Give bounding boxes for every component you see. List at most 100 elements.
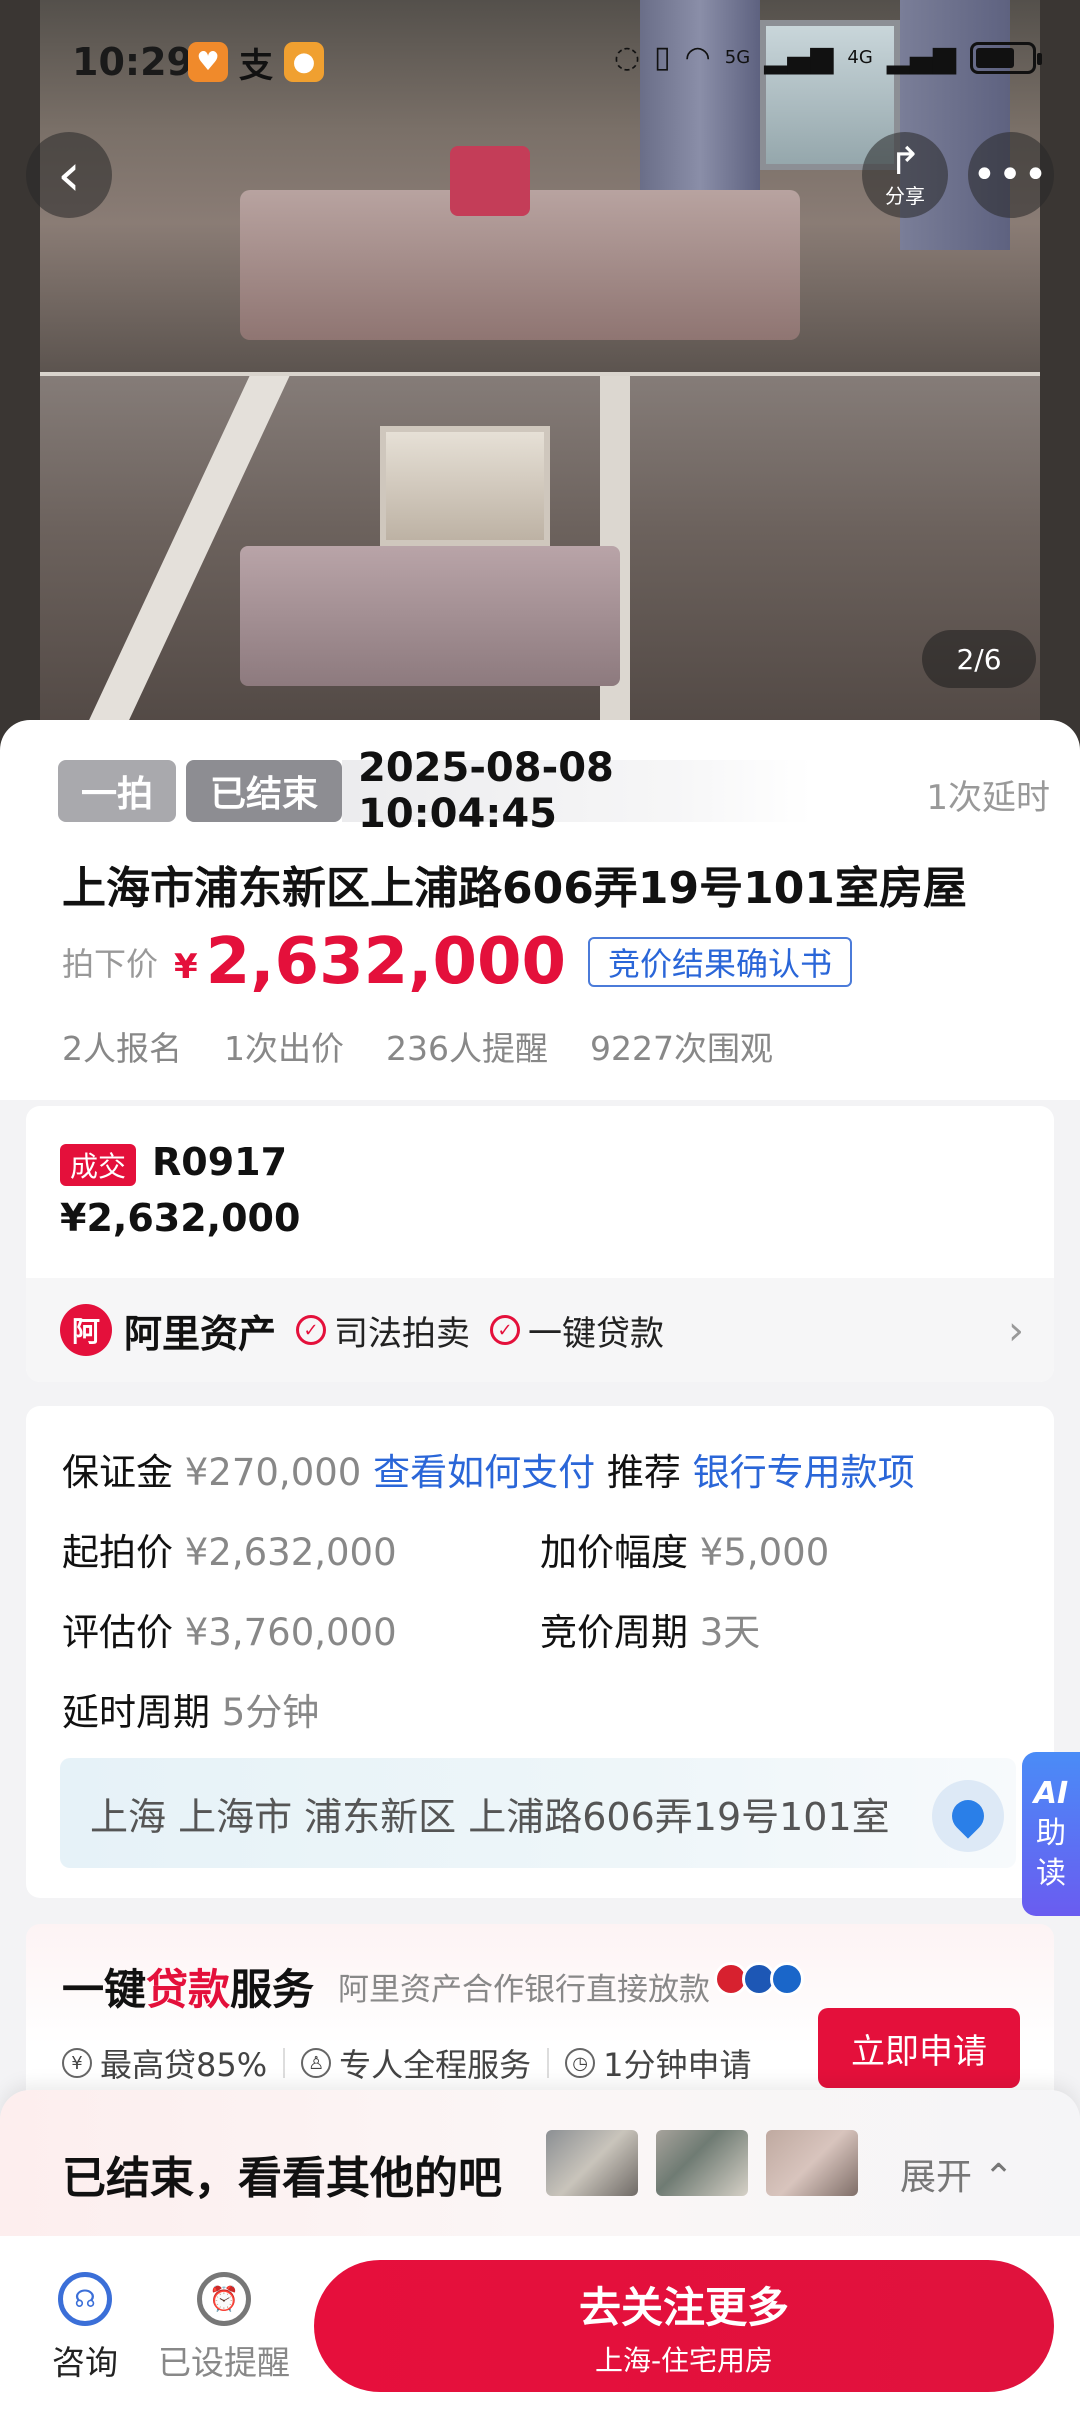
- auction-stats: 2人报名 1次出价 236人提醒 9227次围观: [62, 1022, 773, 1070]
- chevron-right-icon: ›: [1008, 1308, 1024, 1354]
- start-price-value: ¥2,632,000: [184, 1531, 397, 1574]
- expand-button[interactable]: 展开 ⌃: [900, 2148, 1014, 2200]
- share-label: 分享: [885, 183, 925, 208]
- final-price-row: 拍下价 ¥ 2,632,000 竞价结果确认书: [62, 922, 853, 1002]
- ali-assets-name: 阿里资产: [124, 1311, 277, 1356]
- person-icon: ♙: [301, 2048, 332, 2078]
- mute-icon: ◌: [613, 40, 641, 75]
- final-price: 2,632,000: [205, 925, 567, 999]
- deal-card: 成交 R0917 ¥2,632,000 阿 阿里资产 ✓ 司法拍卖 ✓ 一键贷款…: [26, 1106, 1054, 1382]
- winner-code: R0917: [152, 1140, 288, 1184]
- signal-bars-icon: ▂▄▆: [764, 40, 834, 75]
- recommended-property-thumbnail[interactable]: [766, 2130, 858, 2196]
- deposit-value: ¥270,000: [184, 1451, 362, 1494]
- back-button[interactable]: ‹: [26, 132, 112, 218]
- apply-loan-button[interactable]: 立即申请: [818, 2008, 1020, 2088]
- consult-button[interactable]: ☊ 咨询: [52, 2272, 118, 2384]
- increment-row: 加价幅度 ¥5,000: [540, 1522, 829, 1576]
- share-icon: ↱: [889, 138, 921, 183]
- deal-price: ¥2,632,000: [60, 1196, 301, 1240]
- battery-icon: [970, 41, 1042, 74]
- signal-5g-icon: 5G: [724, 47, 751, 68]
- start-price-row: 起拍价 ¥2,632,000: [62, 1522, 397, 1576]
- stat-views: 9227次围观: [590, 1029, 773, 1068]
- how-to-pay-link[interactable]: 查看如何支付: [373, 1451, 595, 1494]
- recommend-label: 推荐: [606, 1451, 681, 1494]
- stat-reminders: 236人提醒: [386, 1029, 548, 1068]
- bid-period-label: 竞价周期: [540, 1611, 688, 1654]
- share-button[interactable]: ↱ 分享: [862, 132, 948, 218]
- partner-bank-icons: [714, 1962, 804, 1996]
- ali-assets-logo-icon: 阿: [60, 1304, 112, 1356]
- headset-icon: ☊: [58, 2272, 112, 2326]
- app-notification-icon-2: ●: [284, 42, 324, 82]
- yuan-icon: ¥: [62, 2048, 92, 2078]
- loan-subtitle: 阿里资产合作银行直接放款: [338, 1972, 710, 2008]
- deposit-row: 保证金 ¥270,000 查看如何支付 推荐 银行专用款项: [62, 1442, 915, 1496]
- auction-detail-page: 10:29 ♥ 支 ● ◌ ▯ ◠ 5G ▂▄▆ 4G ▂▄▆ ‹ ↱ 分享 •…: [0, 0, 1080, 2412]
- wifi-icon: ◠: [684, 40, 711, 75]
- vibrate-icon: ▯: [654, 40, 671, 75]
- bottom-action-bar: ☊ 咨询 ⏰ 已设提醒 去关注更多 上海-住宅用房: [0, 2236, 1080, 2412]
- auction-detail-card: 保证金 ¥270,000 查看如何支付 推荐 银行专用款项 起拍价 ¥2,632…: [26, 1406, 1054, 1898]
- ai-tab-label-2: 助: [1036, 1816, 1066, 1851]
- deposit-label: 保证金: [62, 1451, 173, 1494]
- address-map-row[interactable]: 上海 上海市 浦东新区 上浦路606弄19号101室: [60, 1758, 1016, 1868]
- ended-title: 已结束，看看其他的吧: [62, 2153, 502, 2204]
- check-icon: ✓: [490, 1315, 521, 1345]
- appraisal-label: 评估价: [62, 1611, 173, 1654]
- increment-value: ¥5,000: [699, 1531, 830, 1574]
- appraisal-value: ¥3,760,000: [184, 1611, 397, 1654]
- ai-reader-tab[interactable]: AI 助 读: [1022, 1752, 1080, 1916]
- final-price-label: 拍下价: [62, 945, 159, 983]
- property-title: 上海市浦东新区上浦路606弄19号101室房屋: [62, 863, 967, 914]
- reminder-label: 已设提醒: [158, 2343, 290, 2382]
- property-address: 上海 上海市 浦东新区 上浦路606弄19号101室: [90, 1794, 890, 1839]
- auction-round-tag: 一拍: [58, 760, 176, 822]
- recommended-property-thumbnail[interactable]: [656, 2130, 748, 2196]
- currency-symbol: ¥: [174, 947, 198, 987]
- loan-title-part-1: 一键: [62, 1965, 147, 2014]
- ai-tab-label-3: 读: [1036, 1856, 1066, 1891]
- chevron-up-icon: ⌃: [983, 2157, 1014, 2198]
- status-bar: 10:29 ♥ 支 ● ◌ ▯ ◠ 5G ▂▄▆ 4G ▂▄▆: [0, 0, 1080, 120]
- bid-result-certificate-link[interactable]: 竞价结果确认书: [588, 937, 853, 987]
- map-pin-icon: [932, 1780, 1004, 1852]
- loan-title-part-3: 服务: [230, 1965, 315, 2014]
- reminder-button[interactable]: ⏰ 已设提醒: [158, 2272, 290, 2384]
- alarm-clock-icon: ⏰: [197, 2272, 251, 2326]
- follow-subtitle: 上海-住宅用房: [594, 2343, 774, 2377]
- clock: 10:29: [72, 40, 193, 84]
- alipay-icon: 支: [239, 45, 273, 86]
- check-icon: ✓: [296, 1315, 327, 1345]
- loan-features: ¥ 最高贷85% ♙ 专人全程服务 ◷ 1分钟申请: [62, 2040, 752, 2086]
- status-icons: ◌ ▯ ◠ 5G ▂▄▆ 4G ▂▄▆: [613, 40, 1042, 75]
- follow-more-button[interactable]: 去关注更多 上海-住宅用房: [314, 2260, 1054, 2392]
- bank-payment-link[interactable]: 银行专用款项: [693, 1451, 915, 1494]
- appraisal-row: 评估价 ¥3,760,000: [62, 1602, 397, 1656]
- end-time: 2025-08-08 10:04:45: [342, 745, 812, 837]
- stat-bids: 1次出价: [224, 1029, 344, 1068]
- consult-label: 咨询: [52, 2343, 118, 2382]
- stat-registrations: 2人报名: [62, 1029, 182, 1068]
- signal-4g-icon: 4G: [847, 47, 873, 68]
- clock-icon: ◷: [565, 2048, 596, 2078]
- ended-recommendation-bar: 已结束，看看其他的吧 展开 ⌃: [0, 2090, 1080, 2236]
- gallery-pager: 2/6: [922, 630, 1036, 688]
- bid-period-row: 竞价周期 3天: [540, 1602, 760, 1656]
- loan-feature-time: 1分钟申请: [603, 2046, 752, 2084]
- ali-assets-row[interactable]: 阿 阿里资产 ✓ 司法拍卖 ✓ 一键贷款 ›: [26, 1278, 1054, 1382]
- app-notification-icon: ♥: [188, 42, 228, 82]
- more-button[interactable]: •••: [968, 132, 1054, 218]
- chevron-left-icon: ‹: [57, 140, 81, 210]
- more-dots-icon: •••: [972, 152, 1050, 198]
- expand-label: 展开: [900, 2157, 973, 2198]
- feature-judicial-auction: 司法拍卖: [334, 1313, 471, 1354]
- increment-label: 加价幅度: [540, 1531, 688, 1574]
- deal-badge: 成交: [60, 1144, 136, 1186]
- recommended-property-thumbnail[interactable]: [546, 2130, 638, 2196]
- delay-period-row: 延时周期 5分钟: [62, 1682, 319, 1736]
- feature-one-click-loan: 一键贷款: [528, 1313, 665, 1354]
- photo-bedroom-bottom: [40, 376, 1040, 760]
- delay-period-value: 5分钟: [221, 1691, 320, 1734]
